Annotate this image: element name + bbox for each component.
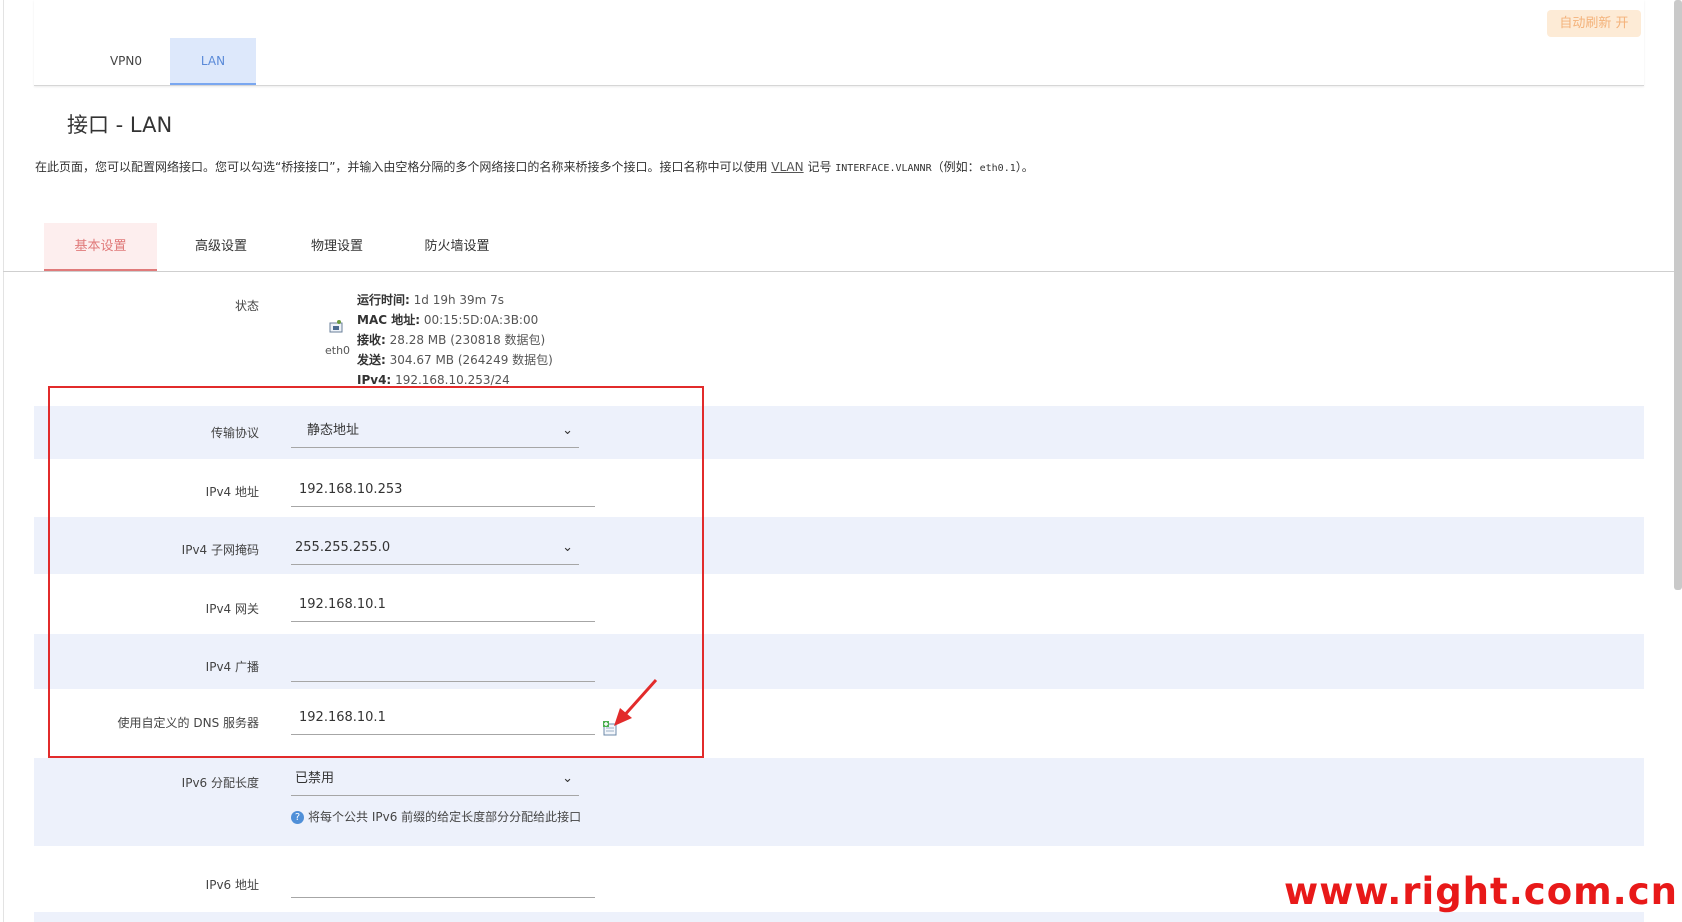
device-name: eth0 <box>325 344 351 357</box>
interface-tab-bar: VPN0 LAN <box>34 0 1644 86</box>
ipv4-label: IPv4: <box>357 373 392 387</box>
vlan-link[interactable]: VLAN <box>771 160 803 174</box>
mac-label: MAC 地址: <box>357 313 421 327</box>
ipv6-assign-label: IPv6 分配长度 <box>181 776 259 790</box>
ipv6-address-input[interactable] <box>291 864 595 898</box>
uptime-value: 1d 19h 39m 7s <box>413 293 505 307</box>
uptime-label: 运行时间: <box>357 293 410 307</box>
description-text-suffix: （例如： <box>931 160 980 174</box>
ipv6-assign-row: IPv6 分配长度 已禁用 ⌄ <box>34 758 1644 846</box>
ipv6-assign-hint-text: 将每个公共 IPv6 前缀的给定长度部分分配给此接口 <box>308 810 582 824</box>
highlight-box <box>48 386 704 758</box>
tab-physical-settings[interactable]: 物理设置 <box>287 223 387 271</box>
tab-vpn0[interactable]: VPN0 <box>86 38 166 85</box>
status-uptime: 运行时间: 1d 19h 39m 7s <box>357 290 553 310</box>
ipv6-address-label: IPv6 地址 <box>205 878 259 892</box>
ipv4-value: 192.168.10.253/24 <box>395 373 510 387</box>
rx-label: 接收: <box>357 333 386 347</box>
arrow-annotation-icon <box>614 678 658 726</box>
status-info: 运行时间: 1d 19h 39m 7s MAC 地址: 00:15:5D:0A:… <box>357 290 553 390</box>
rx-value: 28.28 MB (230818 数据包) <box>389 333 546 347</box>
ipv6-assign-hint: ? 将每个公共 IPv6 前缀的给定长度部分分配给此接口 <box>291 808 581 825</box>
page-description: 在此页面，您可以配置网络接口。您可以勾选“桥接接口”，并输入由空格分隔的多个网络… <box>35 158 1034 175</box>
status-tx: 发送: 304.67 MB (264249 数据包) <box>357 350 553 370</box>
mac-value: 00:15:5D:0A:3B:00 <box>423 313 539 327</box>
ethernet-port-icon <box>329 320 343 333</box>
ipv6-assign-value: 已禁用 <box>295 771 335 786</box>
description-code: INTERFACE.VLANNR <box>835 163 932 174</box>
tx-label: 发送: <box>357 353 386 367</box>
watermark-text: www.right.com.cn <box>1284 870 1678 913</box>
description-example: eth0.1 <box>979 163 1016 174</box>
status-label: 状态 <box>234 299 259 313</box>
tab-firewall-settings[interactable]: 防火墙设置 <box>407 223 507 271</box>
status-rx: 接收: 28.28 MB (230818 数据包) <box>357 330 553 350</box>
description-text: 在此页面，您可以配置网络接口。您可以勾选“桥接接口”，并输入由空格分隔的多个网络… <box>35 160 772 174</box>
description-text-mid: 记号 <box>803 160 836 174</box>
settings-tab-bar: 基本设置 高级设置 物理设置 防火墙设置 <box>3 223 1682 272</box>
page-title: 接口 - LAN <box>67 113 173 137</box>
ipv6-assign-select[interactable]: 已禁用 ⌄ <box>291 762 579 796</box>
tab-lan[interactable]: LAN <box>170 38 256 85</box>
tx-value: 304.67 MB (264249 数据包) <box>389 353 553 367</box>
vertical-scrollbar[interactable] <box>1674 0 1682 590</box>
status-mac: MAC 地址: 00:15:5D:0A:3B:00 <box>357 310 553 330</box>
help-icon: ? <box>291 811 304 824</box>
next-row <box>34 912 1644 922</box>
description-text-end: ）。 <box>1015 160 1034 174</box>
chevron-down-icon: ⌄ <box>562 771 573 786</box>
tab-basic-settings[interactable]: 基本设置 <box>44 223 157 271</box>
tab-advanced-settings[interactable]: 高级设置 <box>171 223 271 271</box>
